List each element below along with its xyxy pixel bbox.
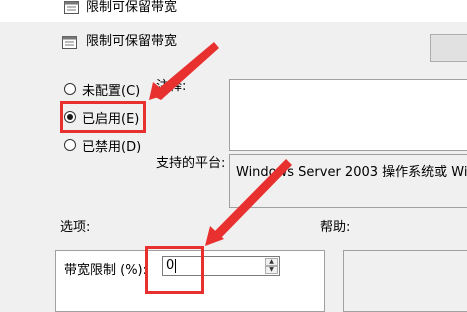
radio-not-configured[interactable]: 未配置(C) (64, 81, 141, 99)
bandwidth-limit-label: 带宽限制 (%): (64, 263, 148, 278)
arrow-head-to-input (205, 226, 224, 246)
help-label: 帮助: (320, 220, 351, 235)
window-title: 限制可保留带宽 (86, 0, 178, 15)
comment-textarea[interactable] (229, 79, 467, 151)
policy-icon (62, 36, 77, 49)
highlight-box-bandwidth (145, 246, 204, 294)
radio-circle[interactable] (64, 83, 76, 95)
bandwidth-spinner[interactable]: ▲ ▼ (265, 258, 278, 274)
spin-down-icon[interactable]: ▼ (265, 266, 278, 274)
options-label: 选项: (60, 220, 91, 235)
highlight-box-enabled (60, 101, 146, 133)
setting-title: 限制可保留带宽 (86, 34, 178, 49)
supported-platform-box: Windows Server 2003 操作系统或 Windows (229, 154, 467, 208)
supported-platform-label: 支持的平台: (156, 156, 226, 171)
previous-setting-button[interactable] (430, 34, 467, 62)
comment-label: 注释: (156, 79, 187, 94)
help-panel (343, 250, 467, 312)
supported-platform-text: Windows Server 2003 操作系统或 Windows (236, 165, 467, 180)
radio-circle[interactable] (64, 139, 76, 151)
radio-disabled[interactable]: 已禁用(D) (64, 137, 142, 155)
radio-label: 已禁用(D) (82, 139, 142, 155)
spin-up-icon[interactable]: ▲ (265, 258, 278, 266)
policy-icon (64, 1, 79, 14)
radio-label: 未配置(C) (82, 83, 141, 99)
